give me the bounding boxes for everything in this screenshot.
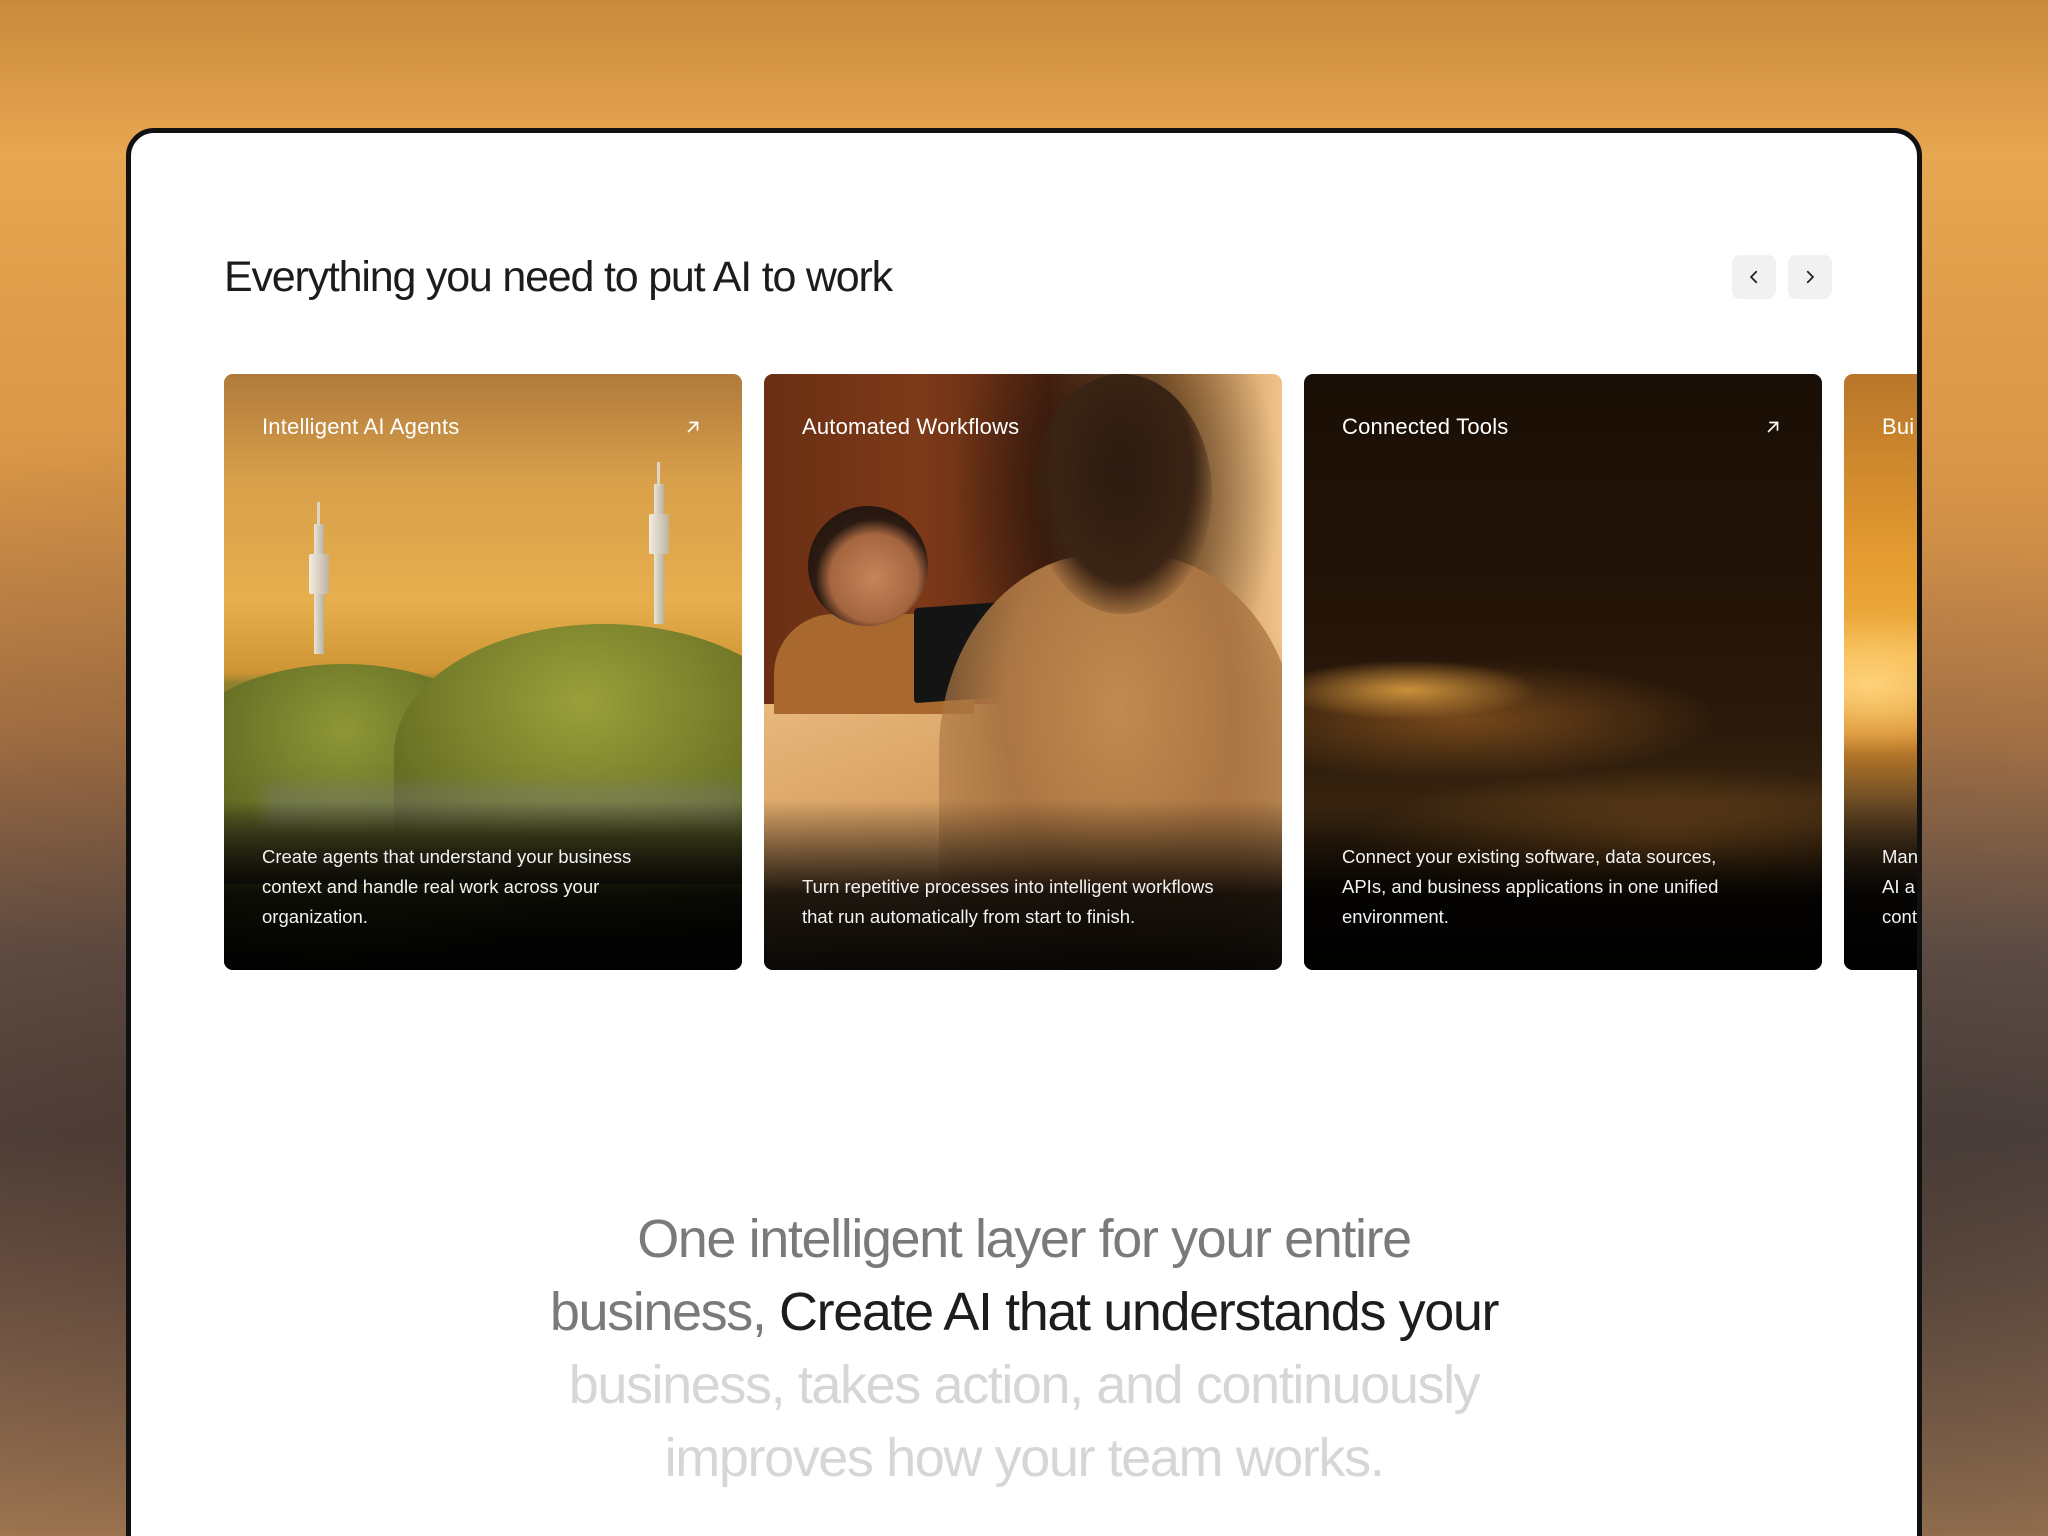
statement-line-4: improves how your team works. [664, 1428, 1385, 1488]
card-description: Create agents that understand your busin… [262, 846, 632, 927]
card-intelligent-ai-agents[interactable]: Intelligent AI Agents Create agents that… [224, 374, 742, 970]
card-title: Connected Tools [1342, 414, 1509, 439]
feature-carousel: Intelligent AI Agents Create agents that… [224, 374, 1918, 970]
arrow-up-right-icon[interactable] [1764, 418, 1782, 436]
prev-button[interactable] [1732, 255, 1776, 299]
section-header: Everything you need to put AI to work [224, 245, 1832, 309]
card-description: Turn repetitive processes into intellige… [802, 876, 1214, 927]
chevron-left-icon [1750, 270, 1758, 284]
browser-window: Everything you need to put AI to work In… [126, 128, 1922, 1536]
card-description: Connect your existing software, data sou… [1342, 846, 1719, 927]
card-description: Man AI a cont [1882, 846, 1918, 927]
card-title: Bui [1882, 414, 1915, 439]
card-partial[interactable]: Bui Man AI a cont [1844, 374, 1918, 970]
arrow-up-right-icon[interactable] [684, 418, 702, 436]
statement-line-3: business, takes action, and continuously [568, 1355, 1481, 1415]
card-automated-workflows[interactable]: Automated Workflows Turn repetitive proc… [764, 374, 1282, 970]
card-title: Intelligent AI Agents [262, 414, 460, 439]
carousel-nav [1732, 255, 1832, 299]
statement-line-2: business, Create AI that understands you… [549, 1282, 1500, 1342]
statement-line-1: One intelligent layer for your entire [637, 1209, 1412, 1269]
next-button[interactable] [1788, 255, 1832, 299]
card-title: Automated Workflows [802, 414, 1020, 439]
section-title: Everything you need to put AI to work [224, 253, 893, 301]
chevron-right-icon [1806, 270, 1814, 284]
card-connected-tools[interactable]: Connected Tools Connect your existing so… [1304, 374, 1822, 970]
hero-statement: One intelligent layer for your entire bu… [131, 1203, 1917, 1495]
